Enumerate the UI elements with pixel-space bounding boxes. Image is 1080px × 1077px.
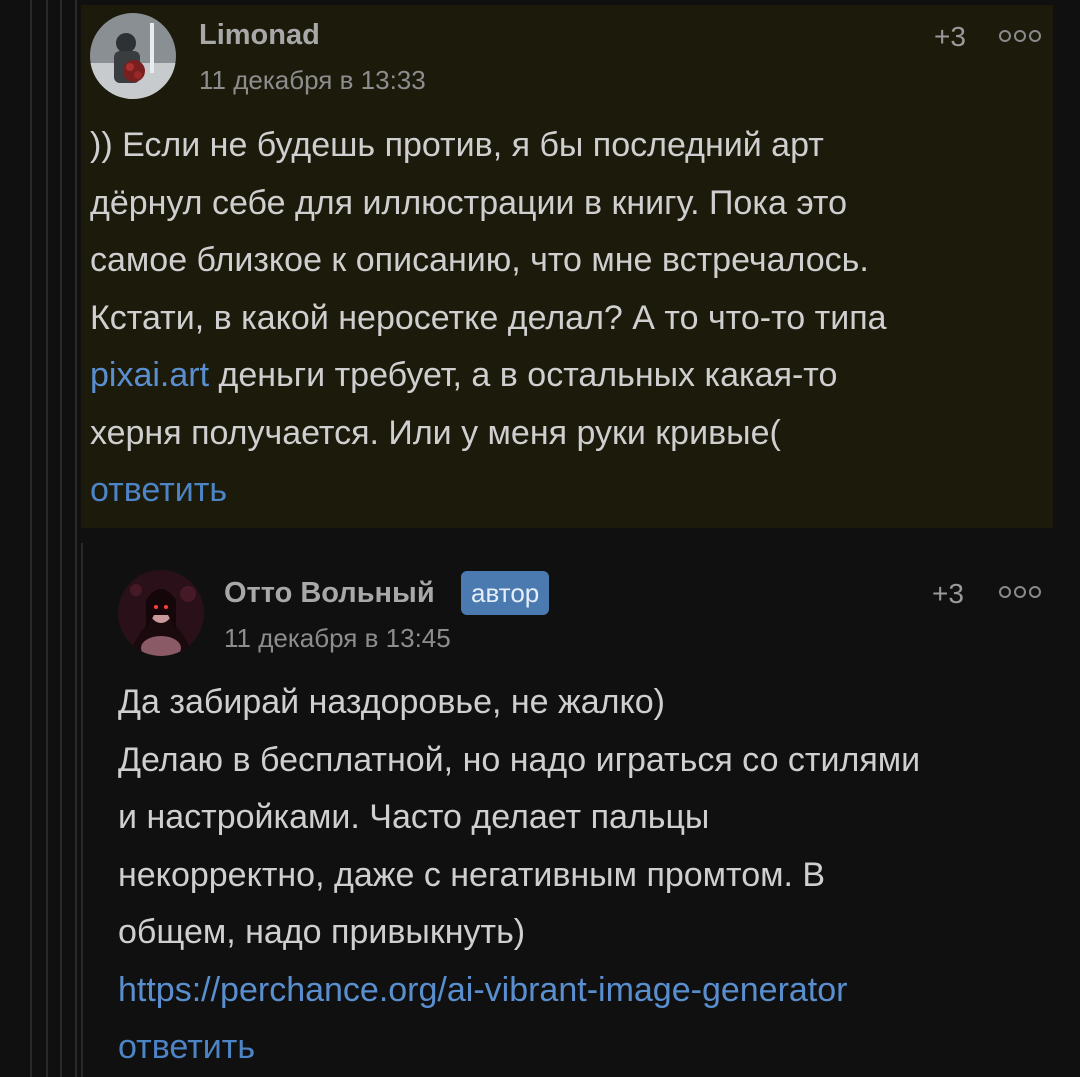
rating[interactable]: +3	[934, 21, 966, 53]
comment: Отто Вольный автор 11 декабря в 13:45 +3…	[84, 543, 1080, 1077]
username[interactable]: Limonad	[199, 19, 320, 52]
comment-link[interactable]: https://perchance.org/ai-vibrant-image-g…	[118, 971, 848, 1009]
comment-date: 11 декабря в 13:45	[224, 623, 451, 653]
rating[interactable]: +3	[932, 578, 964, 610]
comment-text-part: )) Если не будешь против, я бы последний…	[90, 126, 887, 337]
author-badge: автор	[461, 571, 550, 615]
comment-date: 11 декабря в 13:33	[199, 65, 426, 95]
reply-thread-line	[81, 543, 83, 1077]
reply-button[interactable]: ответить	[90, 471, 227, 510]
comment-text: )) Если не будешь против, я бы последний…	[90, 117, 1040, 462]
ellipsis-icon[interactable]	[998, 29, 1042, 43]
avatar-image	[118, 570, 204, 656]
avatar[interactable]	[90, 13, 176, 99]
comment-link[interactable]: pixai.art	[90, 356, 209, 394]
avatar-image	[90, 13, 176, 99]
username[interactable]: Отто Вольный	[224, 577, 435, 610]
thread-line	[75, 0, 77, 1077]
reply-button[interactable]: ответить	[118, 1028, 255, 1067]
comment-text-part: Да забирай наздоровье, не жалко) Делаю в…	[118, 683, 921, 951]
ellipsis-icon[interactable]	[998, 585, 1042, 599]
thread-line	[60, 0, 62, 1077]
comment: Limonad 11 декабря в 13:33 +3 )) Если не…	[81, 5, 1053, 528]
thread-line	[30, 0, 32, 1077]
avatar[interactable]	[118, 570, 204, 656]
thread-line	[46, 0, 48, 1077]
comment-text: Да забирай наздоровье, не жалко) Делаю в…	[118, 674, 1068, 1019]
